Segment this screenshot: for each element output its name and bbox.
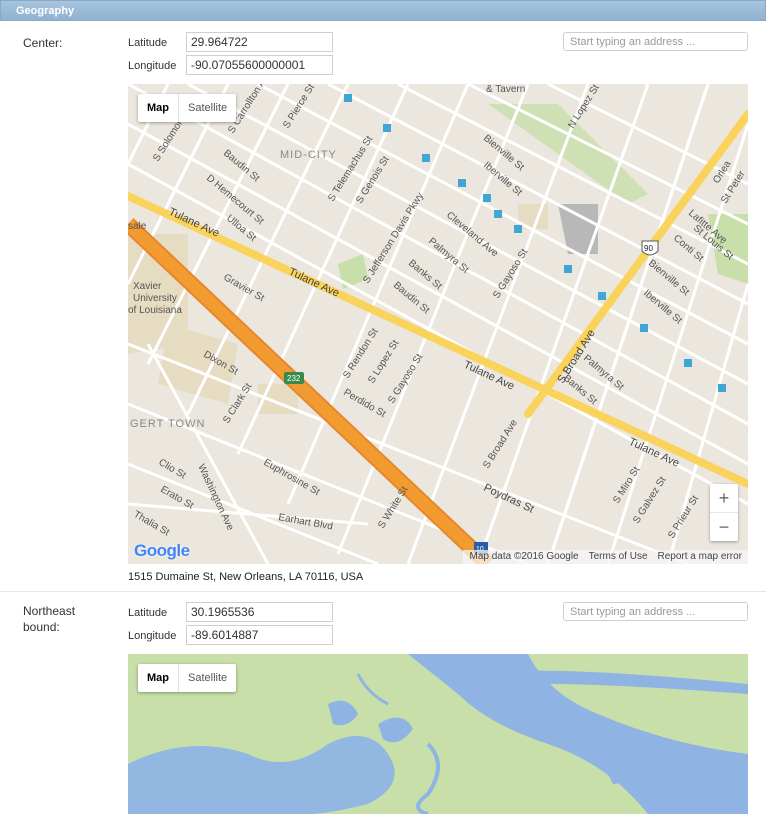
hwy-90-shield-icon: 90 bbox=[641, 240, 659, 256]
northeast-label-line2: bound: bbox=[23, 620, 60, 634]
northeast-label-line1: Northeast bbox=[23, 604, 76, 618]
google-logo-text: Google bbox=[134, 541, 190, 560]
map-street-label: University bbox=[133, 293, 177, 304]
center-map-type-control: Map Satellite bbox=[138, 94, 237, 122]
latitude-label: Latitude bbox=[128, 37, 168, 49]
map-street-label: 232 bbox=[287, 374, 301, 383]
center-address-search-input[interactable] bbox=[563, 32, 748, 51]
hwy-232-shield-icon: 232 bbox=[284, 372, 304, 384]
label-mid-city: MID-CITY bbox=[280, 149, 337, 161]
northeast-label: Northeast bound: bbox=[23, 603, 75, 635]
center-latitude-input[interactable] bbox=[186, 32, 333, 52]
northeast-address-search-input[interactable] bbox=[563, 602, 748, 621]
ne-latitude-label: Latitude bbox=[128, 607, 168, 619]
map-street-label: sale bbox=[128, 221, 147, 232]
google-logo[interactable]: Google bbox=[134, 541, 190, 561]
center-label: Center: bbox=[23, 36, 63, 50]
map-street-label: 90 bbox=[644, 244, 653, 253]
ne-map-view-button[interactable]: Map bbox=[138, 664, 178, 692]
report-map-error-link[interactable]: Report a map error bbox=[658, 550, 742, 564]
northeast-longitude-input[interactable] bbox=[186, 625, 333, 645]
northeast-latitude-input[interactable] bbox=[186, 602, 333, 622]
zoom-in-button[interactable]: + bbox=[710, 484, 738, 512]
section-header-geography[interactable]: Geography bbox=[0, 0, 766, 21]
center-map[interactable]: MID-CITY GERT TOWN Tulane Ave Tulane Ave… bbox=[128, 84, 748, 564]
center-resolved-address: 1515 Dumaine St, New Orleans, LA 70116, … bbox=[128, 571, 364, 583]
ne-longitude-label: Longitude bbox=[128, 630, 177, 642]
northeast-map-type-control: Map Satellite bbox=[138, 664, 237, 692]
center-row: Center: Latitude Longitude bbox=[0, 21, 766, 592]
center-longitude-input[interactable] bbox=[186, 55, 333, 75]
ne-satellite-view-button[interactable]: Satellite bbox=[178, 664, 236, 692]
longitude-label: Longitude bbox=[128, 60, 177, 72]
zoom-control: + − bbox=[710, 484, 738, 541]
map-data-text: Map data ©2016 Google bbox=[469, 551, 579, 562]
zoom-out-button[interactable]: − bbox=[710, 512, 738, 541]
map-street-label: of Louisiana bbox=[128, 305, 182, 316]
northeast-map[interactable]: Map Satellite bbox=[128, 654, 748, 814]
satellite-view-button[interactable]: Satellite bbox=[178, 94, 236, 122]
center-map-canvas[interactable]: MID-CITY GERT TOWN Tulane Ave Tulane Ave… bbox=[128, 84, 748, 564]
terms-of-use-link[interactable]: Terms of Use bbox=[589, 550, 648, 564]
map-street-label: & Tavern bbox=[486, 84, 525, 95]
map-street-label: Xavier bbox=[133, 281, 162, 292]
map-view-button[interactable]: Map bbox=[138, 94, 178, 122]
map-attribution: Map data ©2016 Google Terms of Use Repor… bbox=[463, 550, 748, 564]
label-gert-town: GERT TOWN bbox=[130, 418, 205, 430]
northeast-row: Northeast bound: Latitude Longitude Map … bbox=[0, 592, 766, 814]
